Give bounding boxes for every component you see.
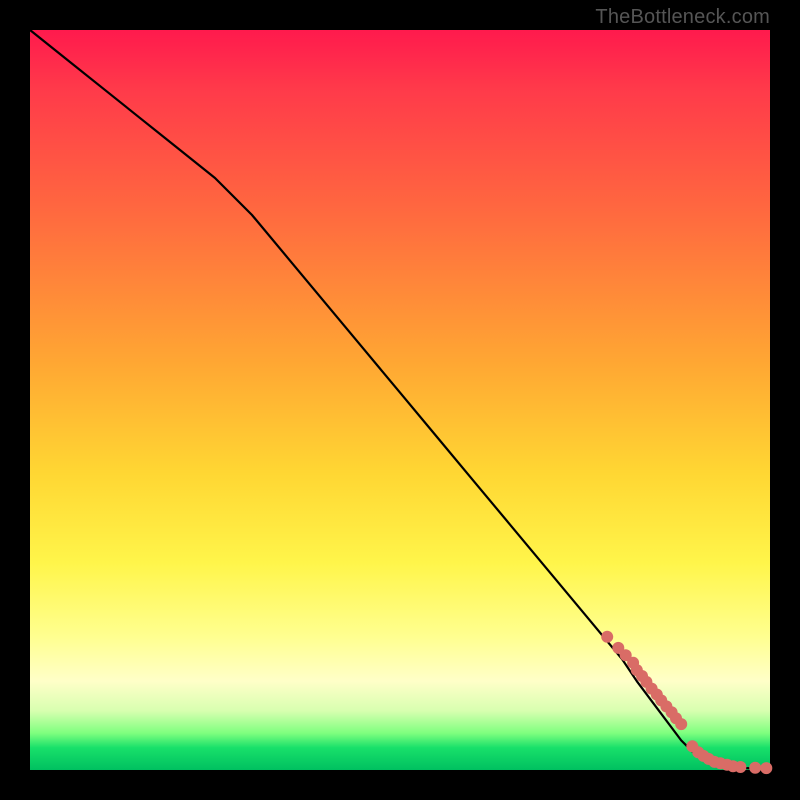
data-marker xyxy=(749,762,761,774)
chart-frame: TheBottleneck.com xyxy=(0,0,800,800)
data-marker xyxy=(734,761,746,773)
data-markers xyxy=(601,631,772,774)
bottleneck-curve xyxy=(30,30,770,769)
attribution-text: TheBottleneck.com xyxy=(595,6,770,29)
data-marker xyxy=(675,718,687,730)
chart-overlay xyxy=(30,30,770,770)
data-marker xyxy=(760,762,772,774)
data-marker xyxy=(601,631,613,643)
